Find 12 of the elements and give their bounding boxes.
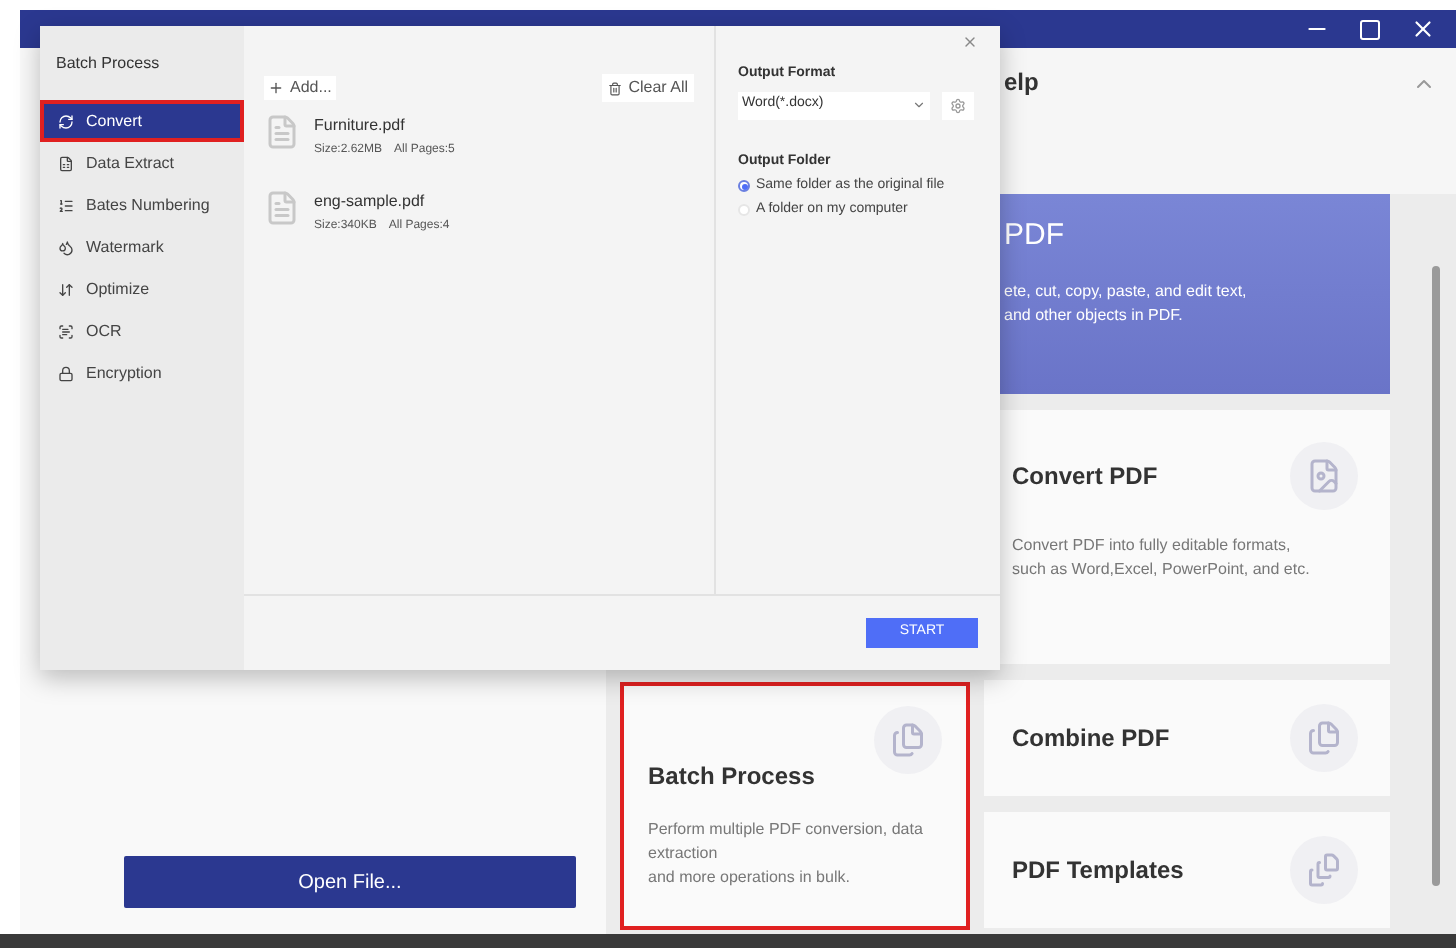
file-name: Furniture.pdf	[314, 114, 407, 138]
card-title: PDF	[1004, 216, 1066, 256]
card-description: Convert PDF into fully editable formats, such as Word,Excel, PowerPoint, and etc.	[1012, 534, 1312, 582]
card-title: PDF Templates	[1012, 854, 1184, 888]
card-description: Perform multiple PDF conversion, data extraction and more operations in bulk.	[648, 818, 925, 890]
card-description: ete, cut, copy, paste, and edit text, and other objects in PDF.	[1004, 279, 1249, 327]
card-title: Combine PDF	[1012, 722, 1170, 756]
file-name: eng-sample.pdf	[314, 190, 427, 214]
dialog-title: Batch Process	[54, 52, 162, 76]
card-title: Batch Process	[648, 760, 817, 794]
header-title: elp	[1004, 66, 1041, 100]
card-title: Convert PDF	[1012, 460, 1158, 494]
